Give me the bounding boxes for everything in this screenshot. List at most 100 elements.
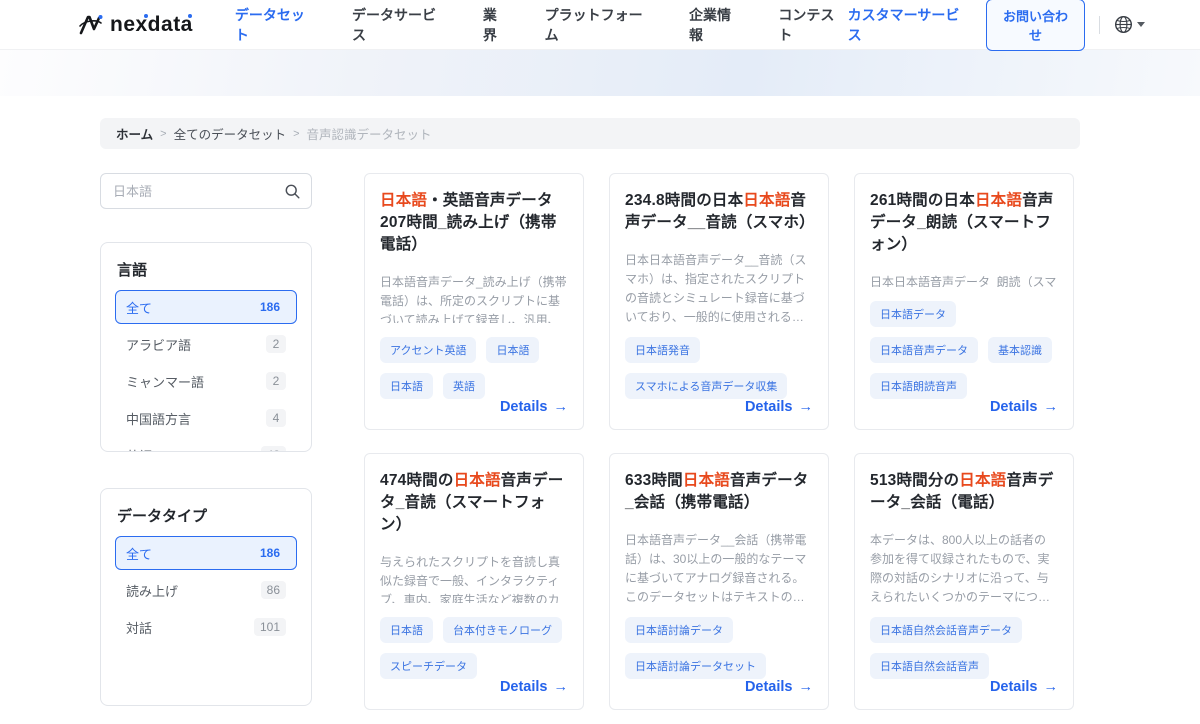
filter-label: 対話 [126,618,152,637]
dataset-tags: 日本語 台本付きモノローグ スピーチデータ [380,617,568,679]
globe-icon [1114,15,1133,34]
details-link[interactable]: Details → [990,679,1058,695]
highlighted-keyword: 日本語 [380,192,427,209]
language-filter-all[interactable]: 全て 186 [115,290,297,324]
top-header: nexdata データセット データサービス 業界 プラットフォーム 企業情報 … [0,0,1200,50]
arrow-right-icon: → [1044,679,1059,695]
customer-service-link[interactable]: カスタマーサービス [848,5,972,45]
filter-sidebar: 言語 全て 186 アラビア語 2 ミャンマー語 2 中国語方言 4 [100,173,312,710]
dataset-tag[interactable]: 日本語自然会話音声データ [870,617,1022,643]
dataset-card[interactable]: 261時間の日本日本語音声データ_朗読（スマートフォン） 日本日本語音声データ_… [854,173,1074,430]
dataset-tag[interactable]: 日本語データ [870,301,956,327]
details-link[interactable]: Details → [990,399,1058,415]
datatype-filter-dialogue[interactable]: 対話 101 [115,610,297,644]
highlighted-keyword: 日本語 [959,472,1006,489]
filter-label: 全て [126,544,152,563]
arrow-right-icon: → [1044,399,1059,415]
main-nav: データセット データサービス 業界 プラットフォーム 企業情報 コンテスト [235,5,848,45]
datatype-filter-all[interactable]: 全て 186 [115,536,297,570]
dataset-title: 474時間の日本語音声データ_音読（スマートフォン） [380,470,568,536]
arrow-right-icon: → [799,399,814,415]
dataset-title: 234.8時間の日本日本語音声データ__音読（スマホ） [625,190,813,234]
dataset-tag[interactable]: 日本語 [380,617,433,643]
dataset-tags: 日本語発音 スマホによる音声データ収集 [625,337,813,399]
search-input[interactable] [113,184,284,199]
dataset-title: 261時間の日本日本語音声データ_朗読（スマートフォン） [870,190,1058,256]
search-icon[interactable] [284,183,301,200]
dataset-card[interactable]: 513時間分の日本語音声データ_会話（電話） 本データは、800人以上の話者の参… [854,453,1074,710]
nav-item-platform[interactable]: プラットフォーム [545,5,655,45]
dataset-tag[interactable]: 日本語討論データセット [625,653,766,679]
logo-blue-dot [144,14,148,18]
dataset-tags: 日本語自然会話音声データ 日本語自然会話音声 [870,617,1058,679]
arrow-right-icon: → [799,679,814,695]
dataset-title: 633時間日本語音声データ_会話（携帯電話） [625,470,813,514]
nexdata-logo[interactable]: nexdata [78,13,193,37]
highlighted-keyword: 日本語 [454,472,501,489]
filter-label: 読み上げ [126,581,178,600]
datatype-filter-reading[interactable]: 読み上げ 86 [115,573,297,607]
language-filter-chinese-dialect[interactable]: 中国語方言 4 [115,401,297,435]
nav-item-industries[interactable]: 業界 [483,5,511,45]
filter-count: 2 [266,372,286,390]
details-link[interactable]: Details → [500,399,568,415]
highlighted-keyword: 日本語 [683,472,730,489]
arrow-right-icon: → [554,399,569,415]
dataset-tag[interactable]: 英語 [443,373,485,399]
hero-band [0,50,1200,96]
dataset-tag[interactable]: 日本語 [486,337,539,363]
dataset-tag[interactable]: 日本語討論データ [625,617,733,643]
dataset-cards-grid: 日本語・英語音声データ207時間_読み上げ（携帯電話） 日本語音声データ_読み上… [364,173,1074,710]
dataset-card[interactable]: 633時間日本語音声データ_会話（携帯電話） 日本語音声データ__会話（携帯電話… [609,453,829,710]
highlighted-keyword: 日本語 [975,192,1022,209]
breadcrumb-all-datasets[interactable]: 全てのデータセット [174,124,287,143]
filter-count: 186 [254,544,286,562]
dataset-tag[interactable]: 日本語 [380,373,433,399]
dataset-tag[interactable]: スマホによる音声データ収集 [625,373,787,399]
breadcrumb-home[interactable]: ホーム [116,124,153,143]
datatype-filter-panel: データタイプ 全て 186 読み上げ 86 対話 101 [100,488,312,706]
details-link[interactable]: Details → [500,679,568,695]
language-switcher[interactable] [1114,15,1145,34]
nav-item-datasets[interactable]: データセット [235,5,318,45]
filter-count: 2 [266,335,286,353]
dataset-title: 513時間分の日本語音声データ_会話（電話） [870,470,1058,514]
dataset-tag[interactable]: 日本語音声データ [870,337,978,363]
dataset-tag[interactable]: 日本語朗読音声 [870,373,967,399]
filter-count: 4 [266,409,286,427]
nexdata-logo-icon [78,13,104,37]
details-link[interactable]: Details → [745,399,813,415]
filter-count: 86 [261,581,286,599]
search-box [100,173,312,209]
dataset-description: 日本語音声データ_読み上げ（携帯電話）は、所定のスクリプトに基づいて読み上げて録… [380,273,568,323]
highlighted-keyword: 日本語 [743,192,790,209]
nav-item-data-services[interactable]: データサービス [352,5,449,45]
nav-item-contest[interactable]: コンテスト [778,5,847,45]
nav-item-company[interactable]: 企業情報 [689,5,744,45]
dataset-tag[interactable]: 日本語自然会話音声 [870,653,989,679]
dataset-tags: アクセント英語 日本語 日本語 英語 [380,337,568,399]
dataset-tag[interactable]: アクセント英語 [380,337,476,363]
dataset-card[interactable]: 234.8時間の日本日本語音声データ__音読（スマホ） 日本日本語音声データ__… [609,173,829,430]
dataset-card[interactable]: 474時間の日本語音声データ_音読（スマートフォン） 与えられたスクリプトを音読… [364,453,584,710]
language-filter-arabic[interactable]: アラビア語 2 [115,327,297,361]
dataset-description: 本データは、800人以上の話者の参加を得て収録されたもので、実際の対話のシナリオ… [870,531,1058,603]
breadcrumb-current: 音声認識データセット [307,124,432,143]
datatype-filter-title: データタイプ [117,505,297,526]
language-filter-english[interactable]: 英語 43 [115,438,297,452]
filter-label: 中国語方言 [126,409,191,428]
filter-count: 101 [254,618,286,636]
language-filter-title: 言語 [117,259,297,280]
dataset-description: 日本日本語音声データ__音読（スマホ）は、指定されたスクリプトの音読とシミュレー… [625,251,813,323]
dataset-card[interactable]: 日本語・英語音声データ207時間_読み上げ（携帯電話） 日本語音声データ_読み上… [364,173,584,430]
dataset-tag[interactable]: スピーチデータ [380,653,477,679]
details-link[interactable]: Details → [745,679,813,695]
contact-button[interactable]: お問い合わせ [986,0,1085,51]
dataset-tag[interactable]: 台本付きモノローグ [443,617,562,643]
language-filter-burmese[interactable]: ミャンマー語 2 [115,364,297,398]
dataset-tag[interactable]: 基本認識 [988,337,1052,363]
filter-label: ミャンマー語 [126,372,204,391]
dataset-tag[interactable]: 日本語発音 [625,337,700,363]
filter-label: アラビア語 [126,335,191,354]
header-right: カスタマーサービス お問い合わせ [848,0,1145,51]
